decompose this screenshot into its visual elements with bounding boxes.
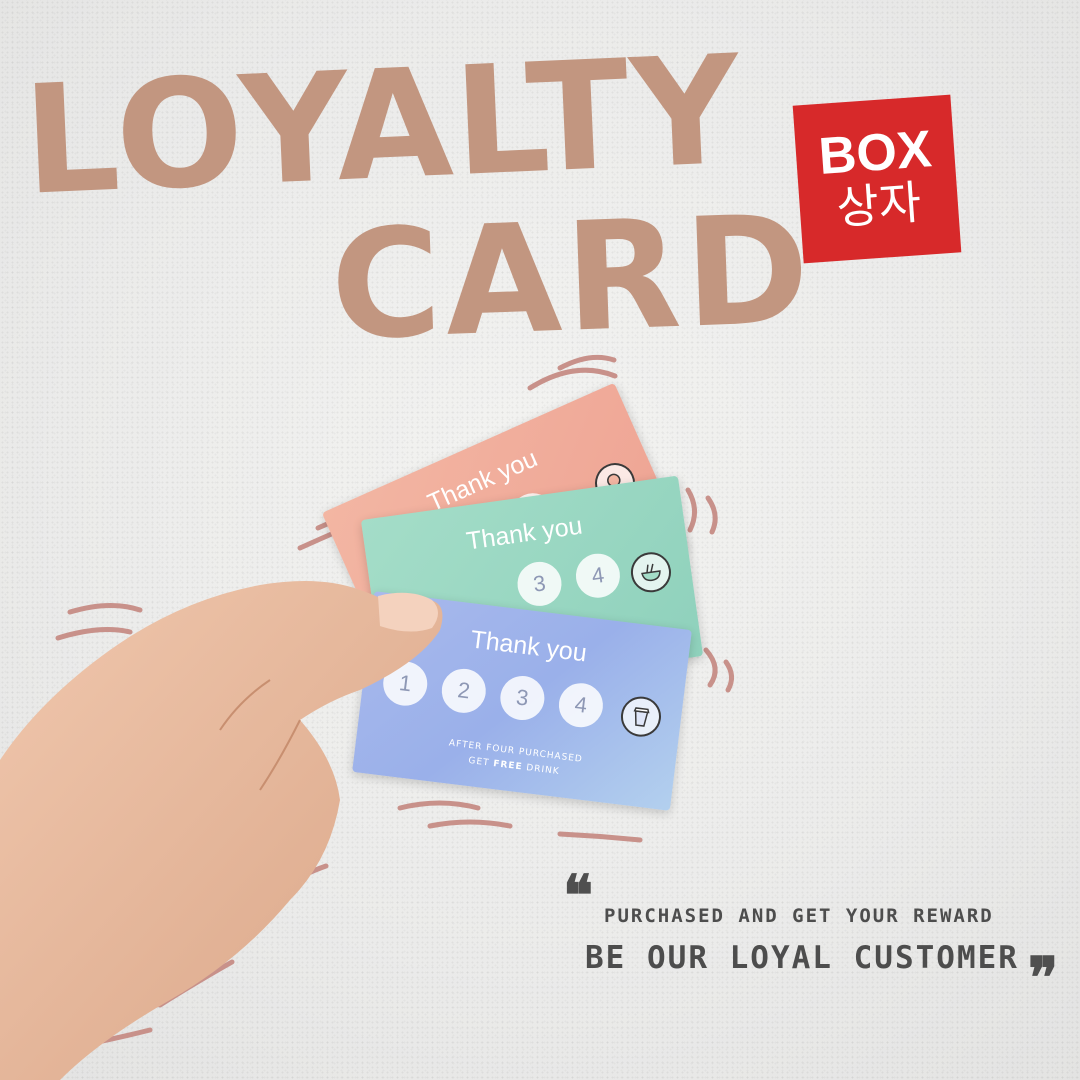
hand (0, 581, 443, 1080)
quote-close-icon: ❞ (1028, 945, 1059, 1011)
tagline-loyal-customer: BE OUR LOYAL CUSTOMER (585, 940, 1019, 976)
tagline-reward: PURCHASED AND GET YOUR REWARD (604, 905, 994, 927)
thumbnail (378, 592, 438, 632)
quote-open-icon: ❝ (563, 863, 594, 929)
